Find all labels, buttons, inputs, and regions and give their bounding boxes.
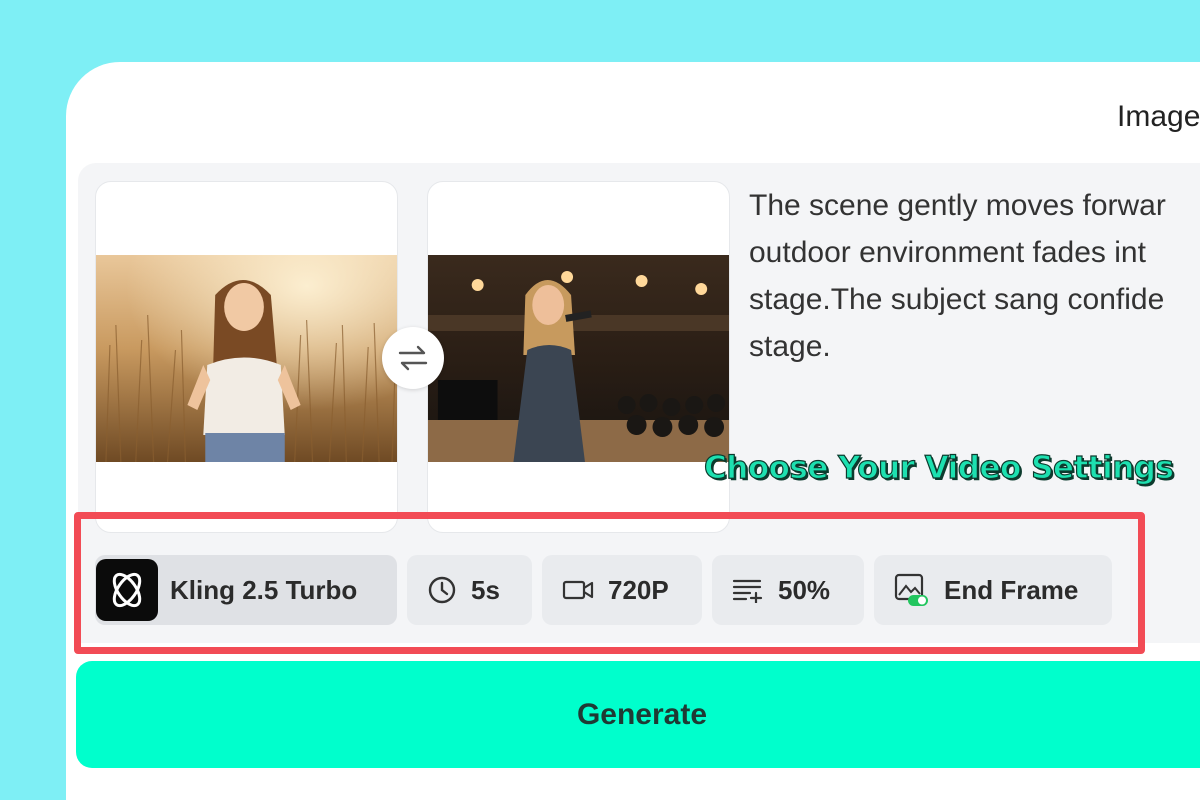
settings-highlight-box	[74, 512, 1145, 654]
generate-button[interactable]: Generate	[76, 661, 1200, 768]
settings-callout: Choose Your Video Settings	[703, 449, 1174, 486]
swap-frames-button[interactable]	[382, 327, 444, 389]
mode-tab-label[interactable]: Image	[1117, 100, 1200, 134]
prompt-textarea[interactable]: The scene gently moves forwar outdoor en…	[749, 182, 1200, 370]
swap-arrows-icon	[398, 345, 428, 371]
end-frame-image	[428, 255, 729, 462]
end-frame-card[interactable]	[427, 181, 730, 533]
start-frame-card[interactable]	[95, 181, 398, 533]
generate-label: Generate	[576, 697, 708, 731]
start-frame-image	[96, 255, 397, 462]
